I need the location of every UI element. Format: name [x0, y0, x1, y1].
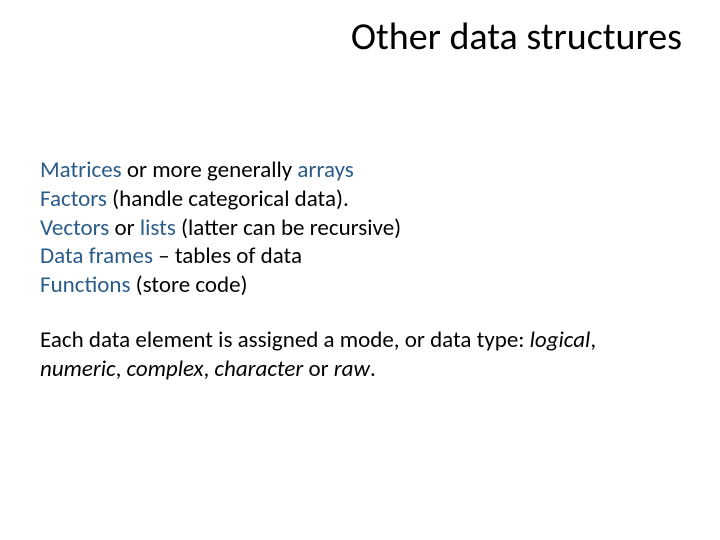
term-matrices: Matrices — [40, 156, 122, 184]
term-arrays: arrays — [297, 156, 353, 184]
text: . — [370, 355, 376, 383]
text: or — [303, 355, 334, 383]
text: , — [116, 355, 127, 383]
text: (store code) — [130, 271, 247, 299]
mode-character: character — [214, 355, 303, 383]
term-data-frames: Data frames — [40, 242, 153, 270]
line-matrices: Matrices or more generally arrays — [40, 156, 680, 185]
text: (latter can be recursive) — [176, 214, 401, 242]
text: or more generally — [122, 156, 298, 184]
mode-complex: complex — [127, 355, 204, 383]
term-factors: Factors — [40, 185, 107, 213]
term-functions: Functions — [40, 271, 130, 299]
line-factors: Factors (handle categorical data). — [40, 185, 680, 214]
slide: Other data structures Matrices or more g… — [0, 0, 720, 540]
line-functions: Functions (store code) — [40, 271, 680, 300]
mode-logical: logical — [530, 326, 591, 354]
text: – tables of data — [153, 242, 302, 270]
line-dataframes: Data frames – tables of data — [40, 242, 680, 271]
text: , — [590, 326, 596, 354]
text: or — [109, 214, 140, 242]
mode-paragraph: Each data element is assigned a mode, or… — [40, 326, 680, 384]
text: (handle categorical data). — [107, 185, 349, 213]
mode-numeric: numeric — [40, 355, 116, 383]
line-vectors: Vectors or lists (latter can be recursiv… — [40, 214, 680, 243]
text: Each data element is assigned a mode, or… — [40, 326, 530, 354]
mode-raw: raw — [334, 355, 370, 383]
slide-title: Other data structures — [351, 14, 682, 60]
text: , — [203, 355, 214, 383]
term-lists: lists — [140, 214, 176, 242]
slide-body: Matrices or more generally arrays Factor… — [40, 156, 680, 383]
term-vectors: Vectors — [40, 214, 109, 242]
